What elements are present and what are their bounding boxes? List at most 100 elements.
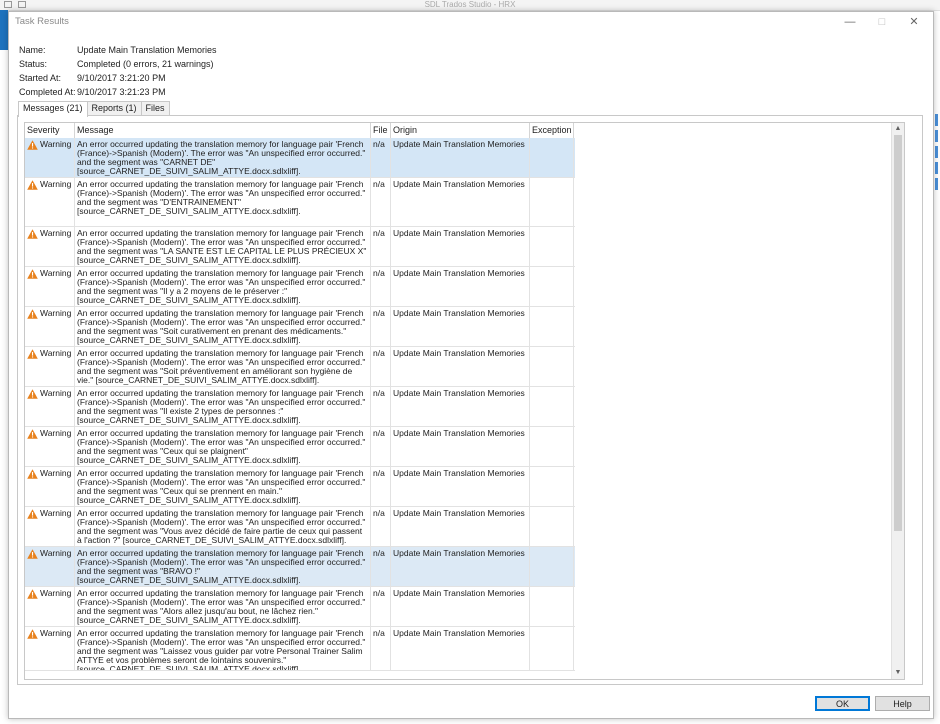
severity-cell: Warning: [25, 587, 75, 626]
severity-cell: Warning: [25, 387, 75, 426]
help-button[interactable]: Help: [875, 696, 930, 711]
scroll-up-icon[interactable]: ▲: [892, 123, 904, 135]
severity-label: Warning: [40, 548, 72, 558]
vertical-scrollbar[interactable]: ▲ ▼: [891, 123, 904, 679]
severity-cell: Warning: [25, 627, 75, 670]
table-row[interactable]: Warning An error occurred updating the tr…: [25, 427, 575, 467]
tab-strip: Messages (21) Reports (1) Files: [18, 101, 170, 117]
severity-label: Warning: [40, 468, 72, 478]
severity-cell: Warning: [25, 138, 75, 177]
severity-label: Warning: [40, 428, 72, 438]
column-header-file[interactable]: File: [371, 123, 391, 138]
message-cell: An error occurred updating the translati…: [75, 178, 371, 226]
origin-cell: Update Main Translation Memories: [391, 547, 530, 586]
severity-label: Warning: [40, 228, 72, 238]
message-cell: An error occurred updating the translati…: [75, 587, 371, 626]
exception-cell: [530, 627, 574, 670]
origin-cell: Update Main Translation Memories: [391, 387, 530, 426]
file-cell: n/a: [371, 427, 391, 466]
file-cell: n/a: [371, 347, 391, 386]
warning-icon: [27, 309, 38, 319]
info-row: Started At: 9/10/2017 3:21:20 PM: [19, 71, 217, 85]
exception-cell: [530, 267, 574, 306]
ok-button[interactable]: OK: [815, 696, 870, 711]
file-cell: n/a: [371, 387, 391, 426]
dialog-title: Task Results: [15, 16, 69, 27]
file-cell: n/a: [371, 547, 391, 586]
origin-cell: Update Main Translation Memories: [391, 587, 530, 626]
tab-files[interactable]: Files: [140, 101, 170, 116]
table-row[interactable]: Warning An error occurred updating the tr…: [25, 547, 575, 587]
column-header-severity[interactable]: Severity: [25, 123, 75, 138]
table-row[interactable]: Warning An error occurred updating the tr…: [25, 307, 575, 347]
severity-label: Warning: [40, 388, 72, 398]
table-row[interactable]: Warning An error occurred updating the tr…: [25, 467, 575, 507]
table-row[interactable]: Warning An error occurred updating the tr…: [25, 507, 575, 547]
table-row[interactable]: Warning An error occurred updating the tr…: [25, 347, 575, 387]
exception-cell: [530, 178, 574, 226]
message-text: An error occurred updating the translati…: [77, 588, 368, 625]
origin-cell: Update Main Translation Memories: [391, 467, 530, 506]
exception-cell: [530, 307, 574, 346]
info-value: 9/10/2017 3:21:23 PM: [77, 87, 166, 97]
severity-cell: Warning: [25, 227, 75, 266]
severity-label: Warning: [40, 308, 72, 318]
column-header-origin[interactable]: Origin: [391, 123, 530, 138]
file-cell: n/a: [371, 587, 391, 626]
warning-icon: [27, 549, 38, 559]
task-info: Name: Update Main Translation Memories Sta…: [19, 43, 217, 99]
minimize-icon[interactable]: —: [835, 12, 865, 32]
file-cell: n/a: [371, 307, 391, 346]
warning-icon: [27, 629, 38, 639]
severity-label: Warning: [40, 268, 72, 278]
severity-cell: Warning: [25, 467, 75, 506]
table-row[interactable]: Warning An error occurred updating the tr…: [25, 138, 575, 178]
file-cell: n/a: [371, 227, 391, 266]
exception-cell: [530, 547, 574, 586]
message-cell: An error occurred updating the translati…: [75, 387, 371, 426]
message-cell: An error occurred updating the translati…: [75, 138, 371, 177]
warning-icon: [27, 429, 38, 439]
file-cell: n/a: [371, 467, 391, 506]
message-cell: An error occurred updating the translati…: [75, 267, 371, 306]
info-row: Completed At: 9/10/2017 3:21:23 PM: [19, 85, 217, 99]
table-row[interactable]: Warning An error occurred updating the tr…: [25, 587, 575, 627]
exception-cell: [530, 387, 574, 426]
message-cell: An error occurred updating the translati…: [75, 307, 371, 346]
origin-cell: Update Main Translation Memories: [391, 307, 530, 346]
message-text: An error occurred updating the translati…: [77, 139, 368, 176]
exception-cell: [530, 138, 574, 177]
table-row[interactable]: Warning An error occurred updating the tr…: [25, 227, 575, 267]
severity-label: Warning: [40, 348, 72, 358]
exception-cell: [530, 347, 574, 386]
warning-icon: [27, 229, 38, 239]
close-icon[interactable]: ✕: [899, 12, 929, 32]
warning-icon: [27, 269, 38, 279]
maximize-icon: □: [878, 16, 886, 28]
column-header-message[interactable]: Message: [75, 123, 371, 138]
info-value: 9/10/2017 3:21:20 PM: [77, 73, 166, 83]
origin-cell: Update Main Translation Memories: [391, 178, 530, 226]
dialog-titlebar[interactable]: Task Results — □ ✕: [9, 12, 933, 32]
task-results-dialog: Task Results — □ ✕ Name: Update Main Tran…: [8, 11, 934, 719]
scroll-down-icon[interactable]: ▼: [892, 667, 904, 679]
message-text: An error occurred updating the translati…: [77, 428, 368, 465]
message-cell: An error occurred updating the translati…: [75, 427, 371, 466]
scrollbar-thumb[interactable]: [894, 135, 902, 531]
exception-cell: [530, 227, 574, 266]
warning-icon: [27, 589, 38, 599]
background-titlebar: SDL Trados Studio - HRX: [0, 0, 940, 11]
tab-reports[interactable]: Reports (1): [86, 101, 142, 116]
origin-cell: Update Main Translation Memories: [391, 507, 530, 546]
column-header-exception[interactable]: Exception: [530, 123, 574, 138]
table-row[interactable]: Warning An error occurred updating the tr…: [25, 178, 575, 227]
message-text: An error occurred updating the translati…: [77, 508, 368, 545]
table-row[interactable]: Warning An error occurred updating the tr…: [25, 627, 575, 671]
exception-cell: [530, 507, 574, 546]
table-row[interactable]: Warning An error occurred updating the tr…: [25, 267, 575, 307]
warning-icon: [27, 140, 38, 150]
tab-messages[interactable]: Messages (21): [18, 101, 88, 117]
background-ribbon-accent: [0, 10, 8, 50]
table-row[interactable]: Warning An error occurred updating the tr…: [25, 387, 575, 427]
file-cell: n/a: [371, 267, 391, 306]
